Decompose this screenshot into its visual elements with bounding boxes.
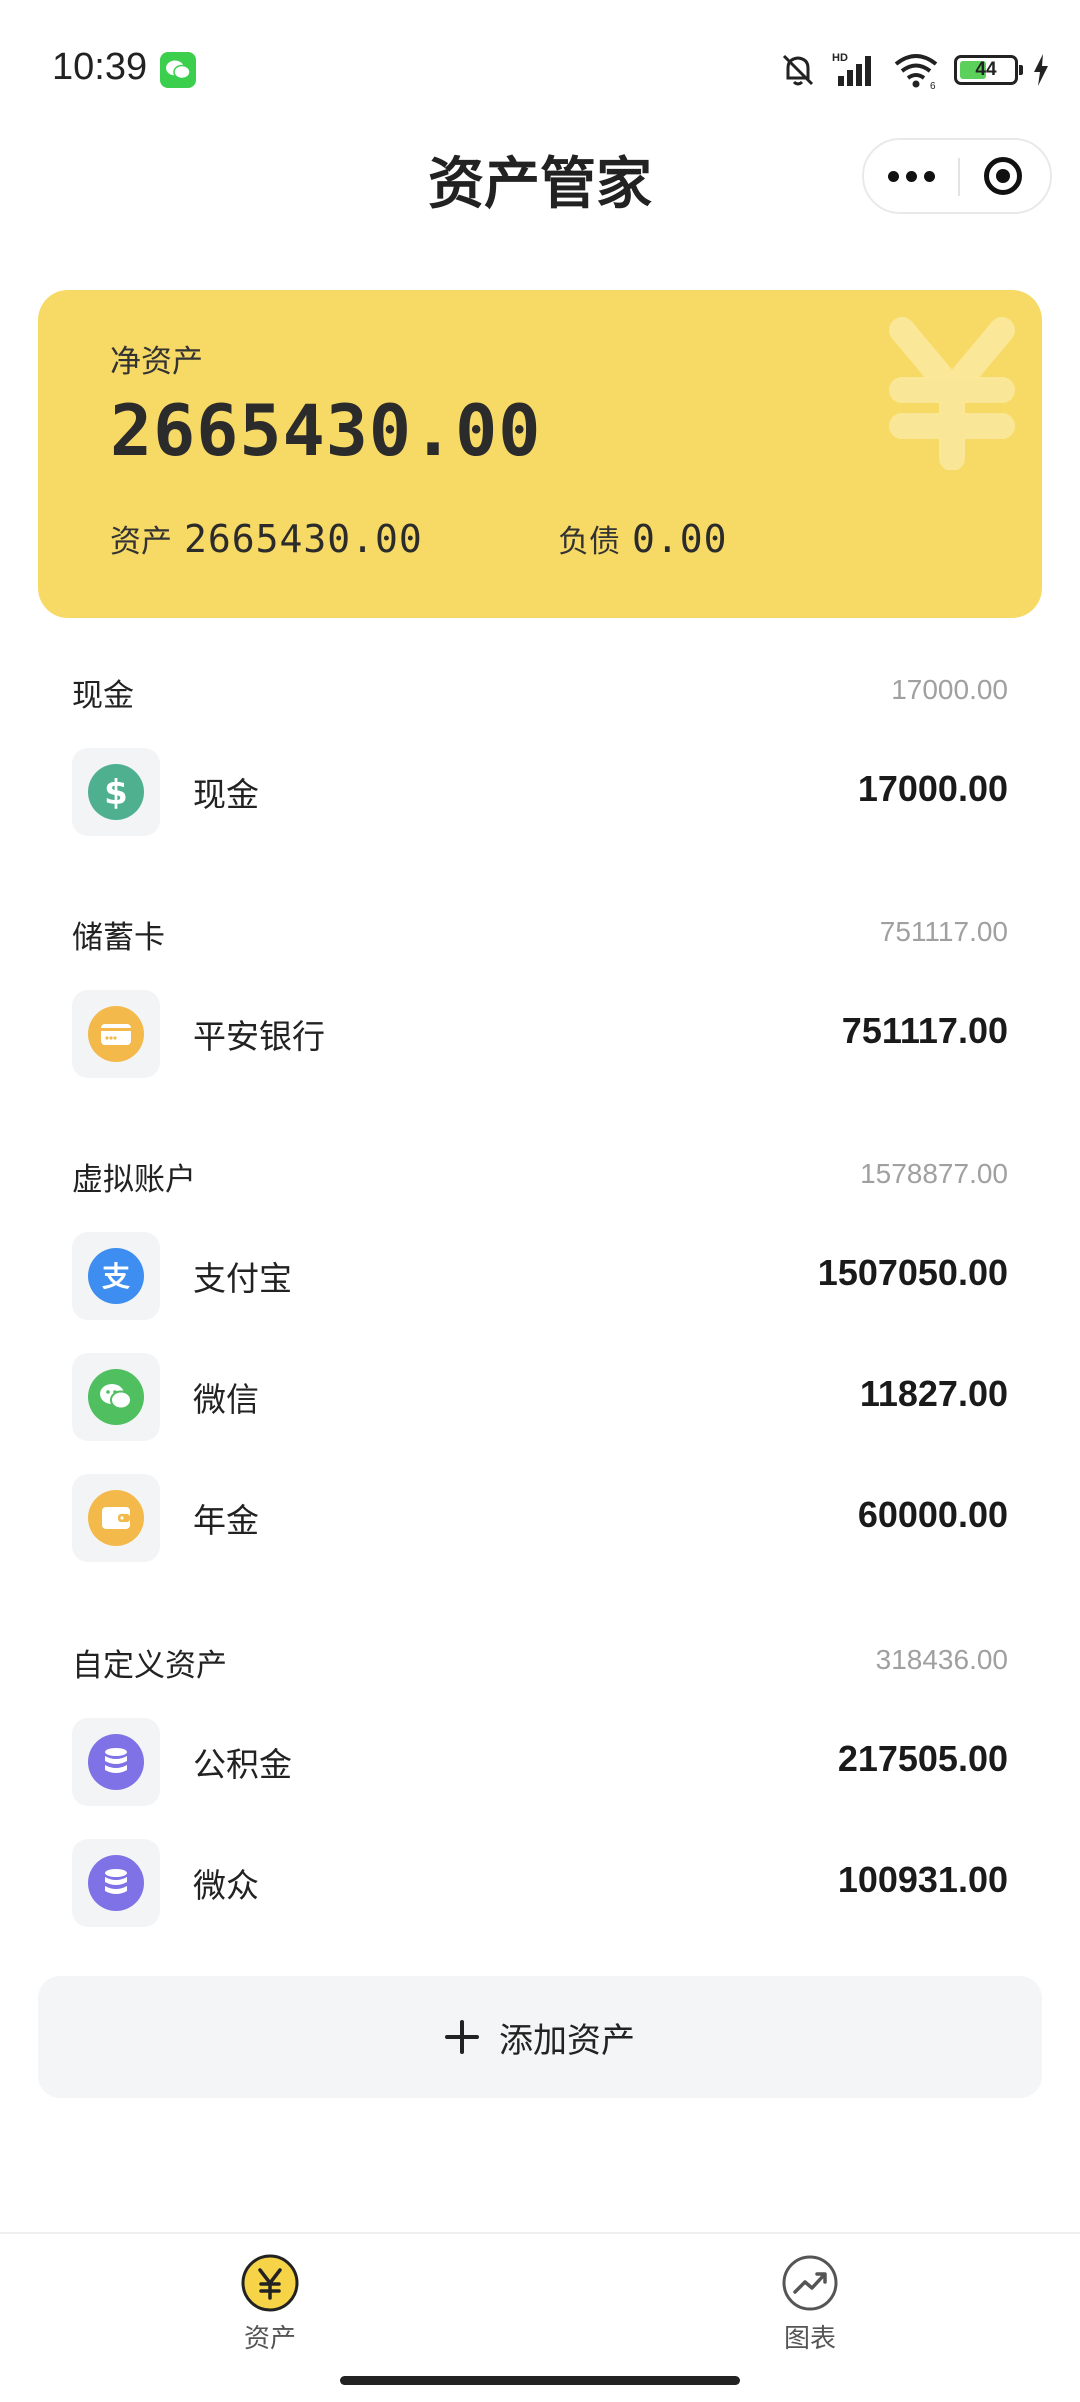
total-assets-label: 资产 [110,524,172,560]
asset-value: 1507050.00 [817,1252,1008,1293]
database-icon [88,1855,144,1911]
asset-item-wechat[interactable]: 微信 11827.00 [0,1335,1080,1456]
section-header: 现金 17000.00 [0,660,1080,730]
wechat-notification-icon [160,52,196,88]
asset-item-alipay[interactable]: 支 支付宝 1507050.00 [0,1214,1080,1335]
total-debt-label: 负债 [558,524,620,560]
svg-text:HD: HD [832,52,848,64]
target-icon [984,157,1022,195]
asset-value: 17000.00 [857,768,1008,809]
svg-text:支: 支 [102,1260,130,1293]
asset-value: 100931.00 [837,1859,1008,1900]
icon-tile [72,1353,160,1441]
section-title: 储蓄卡 [72,920,165,956]
title-bar: 资产管家 [0,130,1080,240]
section-title: 虚拟账户 [72,1162,196,1198]
net-assets-value: 2665430.00 [110,390,542,472]
close-button[interactable] [956,140,1050,212]
icon-tile [72,1718,160,1806]
mini-program-capsule [862,138,1052,214]
asset-name: 微众 [193,1866,259,1905]
trend-chart-icon [782,2255,838,2311]
section-header: 储蓄卡 751117.00 [0,902,1080,972]
charging-icon [1034,54,1048,86]
dollar-icon: $ [88,764,144,820]
section-total: 1578877.00 [860,1158,1008,1189]
asset-item-cash[interactable]: $ 现金 17000.00 [0,730,1080,851]
tab-label: 图表 [783,2324,836,2354]
asset-item-housing-fund[interactable]: 公积金 217505.00 [0,1700,1080,1821]
total-assets-value: 2665430.00 [184,517,423,561]
section-cash: 现金 17000.00 $ 现金 17000.00 [0,660,1080,851]
asset-value: 60000.00 [857,1494,1008,1535]
alipay-icon: 支 [88,1248,144,1304]
tab-assets[interactable]: 资产 [170,2246,370,2356]
status-time: 10:39 [52,46,148,88]
section-header: 自定义资产 318436.00 [0,1630,1080,1700]
section-total: 751117.00 [879,916,1008,947]
dot-icon [887,170,899,182]
home-indicator[interactable] [340,2376,740,2385]
asset-name: 公积金 [193,1745,292,1784]
net-assets-card: 净资产 2665430.00 资产 2665430.00 负债 0.00 [38,290,1042,618]
bank-card-icon [88,1006,144,1062]
section-title: 现金 [72,678,134,714]
add-asset-button[interactable]: 添加资产 [38,1976,1042,2098]
section-virtual-accounts: 虚拟账户 1578877.00 支 支付宝 1507050.00 微信 1182… [0,1144,1080,1577]
section-total: 17000.00 [891,674,1008,705]
more-button[interactable] [864,140,958,212]
section-title: 自定义资产 [72,1648,227,1684]
dot-icon [905,170,917,182]
asset-value: 751117.00 [841,1010,1008,1051]
asset-name: 现金 [193,775,259,814]
asset-name: 微信 [193,1380,259,1419]
icon-tile [72,1474,160,1562]
battery-level: 44 [975,59,997,80]
asset-value: 11827.00 [859,1373,1008,1414]
database-icon [88,1734,144,1790]
asset-item-webank[interactable]: 微众 100931.00 [0,1821,1080,1942]
asset-name: 平安银行 [193,1017,325,1056]
icon-tile [72,990,160,1078]
dot-icon [923,170,935,182]
asset-name: 支付宝 [193,1259,292,1298]
tab-charts[interactable]: 图表 [710,2246,910,2356]
svg-text:6: 6 [930,81,936,90]
wallet-icon [88,1490,144,1546]
yen-watermark-icon [889,317,1015,470]
section-custom-assets: 自定义资产 318436.00 公积金 217505.00 微众 100931.… [0,1630,1080,1942]
net-assets-label: 净资产 [110,344,203,380]
total-assets: 资产 2665430.00 [110,516,423,561]
wifi-icon: 6 [894,54,938,90]
total-debt: 负债 0.00 [558,516,728,561]
wechat-icon [88,1369,144,1425]
icon-tile [72,1839,160,1927]
section-debit-card: 储蓄卡 751117.00 平安银行 751117.00 [0,902,1080,1093]
tab-label: 资产 [243,2324,296,2354]
total-debt-value: 0.00 [632,517,728,561]
battery-icon: 44 [954,55,1023,85]
signal-icon: HD [832,52,871,86]
status-bar: 10:39 HD 6 44 [0,0,1080,130]
section-total: 318436.00 [875,1644,1008,1675]
silent-bell-icon [782,54,814,86]
asset-name: 年金 [193,1501,259,1540]
asset-item-annuity[interactable]: 年金 60000.00 [0,1456,1080,1577]
status-icons: HD 6 44 [778,48,1050,92]
svg-text:$: $ [104,773,128,813]
section-header: 虚拟账户 1578877.00 [0,1144,1080,1214]
asset-item-pingan-bank[interactable]: 平安银行 751117.00 [0,972,1080,1093]
yen-icon [241,2254,299,2312]
add-asset-label: 添加资产 [499,2020,635,2061]
asset-value: 217505.00 [837,1738,1008,1779]
plus-icon [445,2020,479,2054]
icon-tile: $ [72,748,160,836]
icon-tile: 支 [72,1232,160,1320]
